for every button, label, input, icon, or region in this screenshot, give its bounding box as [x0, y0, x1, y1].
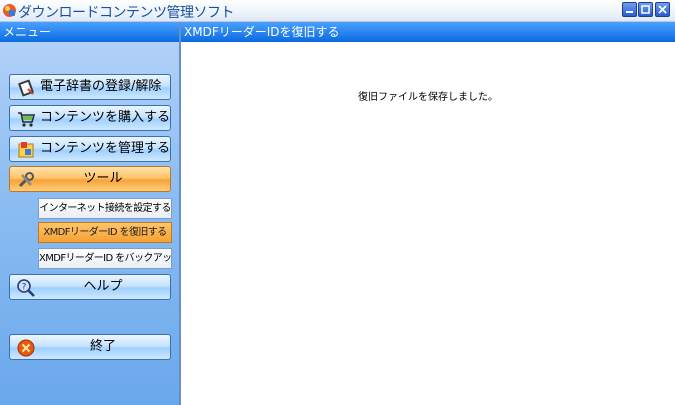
sidebar: メニュー 電子辞書の登録/解除 コンテンツを購入する コンテンツを管理する ツー… — [0, 22, 180, 405]
sidebar-item-label: 終了 — [89, 339, 116, 354]
minimize-button[interactable] — [622, 2, 637, 17]
dictionary-register-icon — [18, 79, 34, 97]
tools-subitem-backup-reader-id[interactable]: XMDFリーダーID をバックアップする — [38, 248, 172, 269]
sidebar-header: メニュー — [0, 22, 179, 42]
help-icon: ? — [17, 279, 35, 297]
title-bar: ダウンロードコンテンツ管理ソフト — [0, 0, 675, 22]
sidebar-item-label: ヘルプ — [83, 279, 123, 294]
sidebar-item-label: ツール — [83, 171, 123, 186]
tools-subitem-restore-reader-id[interactable]: XMDFリーダーID を復旧する — [38, 222, 172, 243]
sidebar-item-tools[interactable]: ツール — [9, 166, 171, 192]
exit-icon — [17, 339, 35, 357]
manage-contents-icon — [18, 142, 34, 158]
close-icon — [658, 5, 667, 14]
shopping-cart-icon — [18, 112, 36, 127]
tools-icon — [18, 172, 34, 188]
sidebar-item-label: 電子辞書の登録/解除 — [40, 79, 162, 94]
tools-subitem-internet-settings[interactable]: インターネット接続を設定する — [38, 198, 172, 219]
app-icon — [3, 4, 16, 17]
sidebar-item-dictionary-register[interactable]: 電子辞書の登録/解除 — [9, 74, 171, 100]
status-message: 復旧ファイルを保存しました。 — [358, 92, 498, 103]
maximize-button[interactable] — [638, 2, 653, 17]
sidebar-item-buy-contents[interactable]: コンテンツを購入する — [9, 105, 171, 131]
window-title: ダウンロードコンテンツ管理ソフト — [18, 5, 235, 21]
sidebar-item-label: コンテンツを管理する — [40, 141, 171, 156]
close-button[interactable] — [655, 2, 670, 17]
sidebar-item-exit[interactable]: 終了 — [9, 334, 171, 360]
minimize-icon — [626, 11, 633, 13]
svg-text:?: ? — [22, 283, 27, 293]
sidebar-item-label: コンテンツを購入する — [40, 110, 171, 125]
content-header: XMDFリーダーIDを復旧する — [181, 22, 675, 42]
sidebar-item-manage-contents[interactable]: コンテンツを管理する — [9, 136, 171, 162]
maximize-icon — [641, 5, 650, 14]
content-panel: XMDFリーダーIDを復旧する 復旧ファイルを保存しました。 — [180, 22, 675, 405]
sidebar-item-help[interactable]: ? ヘルプ — [9, 274, 171, 300]
